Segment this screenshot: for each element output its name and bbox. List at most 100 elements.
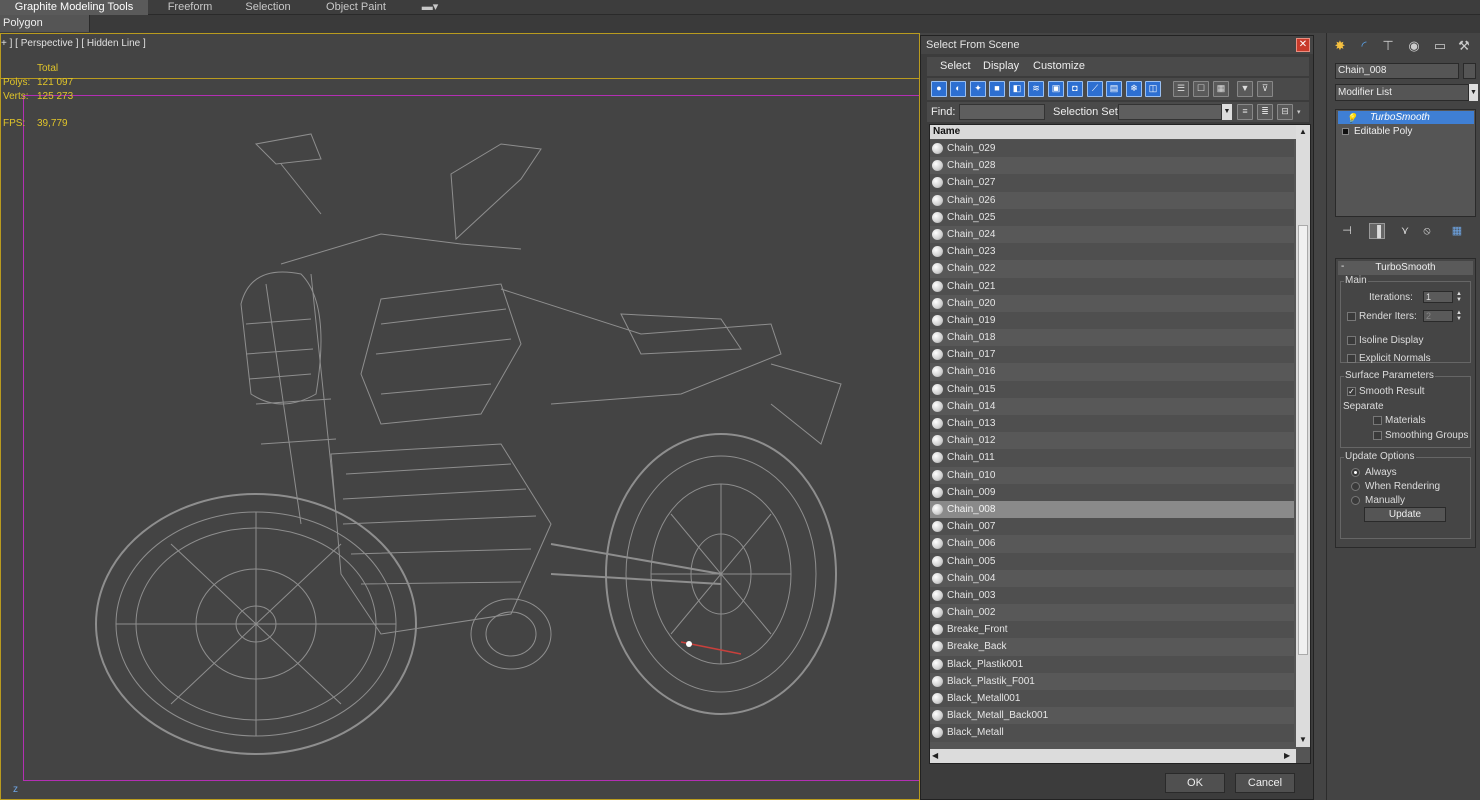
scroll-right-icon[interactable]: ▶: [1284, 749, 1290, 763]
list-item[interactable]: Chain_006: [930, 535, 1294, 553]
spinner-arrows-icon[interactable]: ▲ ▼: [1455, 291, 1463, 303]
expand-icon[interactable]: [1342, 128, 1349, 135]
display-hidden-icon[interactable]: ◫: [1145, 81, 1161, 97]
perspective-viewport[interactable]: + ] [ Perspective ] [ Hidden Line ] Tota…: [0, 33, 920, 800]
render-iters-checkbox[interactable]: [1347, 312, 1356, 321]
ok-button[interactable]: OK: [1165, 773, 1225, 793]
tab-polygon-modeling[interactable]: Polygon Modeling: [0, 15, 90, 45]
list-item[interactable]: Chain_004: [930, 569, 1294, 587]
scroll-down-icon[interactable]: ▼: [1296, 733, 1310, 747]
find-input[interactable]: [959, 104, 1045, 120]
update-button[interactable]: Update: [1364, 507, 1446, 522]
list-item[interactable]: Chain_028: [930, 157, 1294, 175]
horizontal-scrollbar[interactable]: ◀ ▶: [930, 749, 1296, 763]
list-item[interactable]: Chain_008: [930, 500, 1294, 519]
toolbar-overflow-icon[interactable]: ▾: [1297, 108, 1301, 116]
update-manually-radio[interactable]: [1351, 496, 1360, 505]
materials-checkbox[interactable]: [1373, 416, 1382, 425]
display-spacewarps-icon[interactable]: ≋: [1028, 81, 1044, 97]
list-item[interactable]: Chain_024: [930, 225, 1294, 244]
filter-icon[interactable]: ▼: [1237, 81, 1253, 97]
menu-customize[interactable]: Customize: [1033, 57, 1085, 76]
create-tab-icon[interactable]: ✸: [1331, 37, 1349, 55]
scroll-thumb[interactable]: [1298, 225, 1308, 655]
list-item[interactable]: Chain_025: [930, 208, 1294, 226]
isoline-display-checkbox[interactable]: [1347, 336, 1356, 345]
chevron-down-icon[interactable]: ▼: [1469, 84, 1478, 101]
display-xrefs-icon[interactable]: ◘: [1067, 81, 1083, 97]
list-item[interactable]: Chain_005: [930, 552, 1294, 570]
display-shapes-icon[interactable]: ◐: [950, 81, 966, 97]
list-item[interactable]: Breake_Front: [930, 621, 1294, 639]
display-tab-icon[interactable]: ▭: [1431, 37, 1449, 55]
remove-modifier-icon[interactable]: ⦸: [1419, 223, 1435, 239]
selection-set-input[interactable]: [1118, 104, 1222, 120]
ribbon-options-icon[interactable]: ▬▾: [418, 0, 442, 15]
update-when-rendering-radio[interactable]: [1351, 482, 1360, 491]
scroll-up-icon[interactable]: ▲: [1296, 125, 1310, 139]
stack-item-editable-poly[interactable]: Editable Poly: [1338, 125, 1474, 138]
tab-object-paint[interactable]: Object Paint: [312, 0, 400, 15]
column-header-name[interactable]: Name: [930, 125, 1298, 139]
select-none-icon[interactable]: ☐: [1193, 81, 1209, 97]
scene-object-list[interactable]: Name Chain_029 Chain_028 Chain_027 Chain_02…: [929, 124, 1311, 764]
display-groups-icon[interactable]: ▣: [1048, 81, 1064, 97]
explicit-normals-checkbox[interactable]: [1347, 354, 1356, 363]
object-name-field[interactable]: Chain_008: [1335, 63, 1459, 79]
select-all-icon[interactable]: ☰: [1173, 81, 1189, 97]
display-helpers-icon[interactable]: ◧: [1009, 81, 1025, 97]
list-item[interactable]: Chain_029: [930, 140, 1294, 158]
display-lights-icon[interactable]: ✦: [970, 81, 986, 97]
list-item[interactable]: Chain_016: [930, 363, 1294, 381]
list-item[interactable]: Black_Plastik001: [930, 655, 1294, 673]
show-end-result-icon[interactable]: ▐: [1369, 223, 1385, 239]
cancel-button[interactable]: Cancel: [1235, 773, 1295, 793]
display-bones-icon[interactable]: ⟋: [1087, 81, 1103, 97]
motion-tab-icon[interactable]: ◉: [1405, 37, 1423, 55]
filter-options-icon[interactable]: ⊽: [1257, 81, 1273, 97]
list-item[interactable]: Chain_019: [930, 311, 1294, 330]
list-item[interactable]: Chain_018: [930, 329, 1294, 347]
list-item[interactable]: Chain_020: [930, 294, 1294, 312]
list-item[interactable]: Chain_011: [930, 449, 1294, 467]
list-item[interactable]: Chain_027: [930, 174, 1294, 192]
smooth-result-checkbox[interactable]: ✓: [1347, 387, 1356, 396]
modifier-list-dropdown[interactable]: Modifier List: [1335, 84, 1469, 101]
vertical-scrollbar[interactable]: ▲ ▼: [1296, 125, 1310, 747]
rollout-title[interactable]: TurboSmooth: [1338, 261, 1473, 275]
display-containers-icon[interactable]: ▤: [1106, 81, 1122, 97]
list-item[interactable]: Breake_Back: [930, 638, 1294, 656]
render-iters-spinner[interactable]: 2: [1423, 310, 1453, 322]
dialog-title[interactable]: Select From Scene: [921, 36, 1313, 54]
list-item[interactable]: Black_Metall_Back001: [930, 707, 1294, 725]
modify-tab-icon[interactable]: ◜: [1355, 37, 1373, 55]
make-unique-icon[interactable]: ⋎: [1397, 223, 1413, 239]
scroll-left-icon[interactable]: ◀: [932, 749, 938, 763]
iterations-spinner[interactable]: 1: [1423, 291, 1453, 303]
tab-freeform[interactable]: Freeform: [150, 0, 230, 15]
list-item[interactable]: Chain_007: [930, 518, 1294, 536]
selection-set-edit-icon[interactable]: ≣: [1257, 104, 1273, 120]
list-item[interactable]: Black_Metall: [930, 724, 1294, 742]
stack-item-turbosmooth[interactable]: 💡 TurboSmooth: [1338, 111, 1474, 124]
tab-selection[interactable]: Selection: [232, 0, 304, 15]
list-item[interactable]: Chain_003: [930, 586, 1294, 605]
update-always-radio[interactable]: [1351, 468, 1360, 477]
lightbulb-icon[interactable]: 💡: [1346, 112, 1357, 125]
list-item[interactable]: Chain_013: [930, 415, 1294, 433]
list-item[interactable]: Chain_014: [930, 397, 1294, 415]
list-item[interactable]: Chain_022: [930, 260, 1294, 278]
tab-graphite-modeling-tools[interactable]: Graphite Modeling Tools: [0, 0, 148, 15]
configure-modifier-sets-icon[interactable]: ▦: [1449, 223, 1465, 239]
pin-stack-icon[interactable]: ⊣: [1339, 223, 1355, 239]
chevron-down-icon[interactable]: ▼: [1222, 104, 1232, 120]
collapse-icon[interactable]: -: [1341, 261, 1344, 272]
close-icon[interactable]: ✕: [1296, 38, 1310, 52]
list-item[interactable]: Chain_026: [930, 191, 1294, 209]
list-item[interactable]: Chain_012: [930, 432, 1294, 450]
select-invert-icon[interactable]: ▦: [1213, 81, 1229, 97]
display-frozen-icon[interactable]: ❄: [1126, 81, 1142, 97]
selection-set-remove-icon[interactable]: ⊟: [1277, 104, 1293, 120]
list-item[interactable]: Black_Metall001: [930, 690, 1294, 708]
utilities-tab-icon[interactable]: ⚒: [1455, 37, 1473, 55]
